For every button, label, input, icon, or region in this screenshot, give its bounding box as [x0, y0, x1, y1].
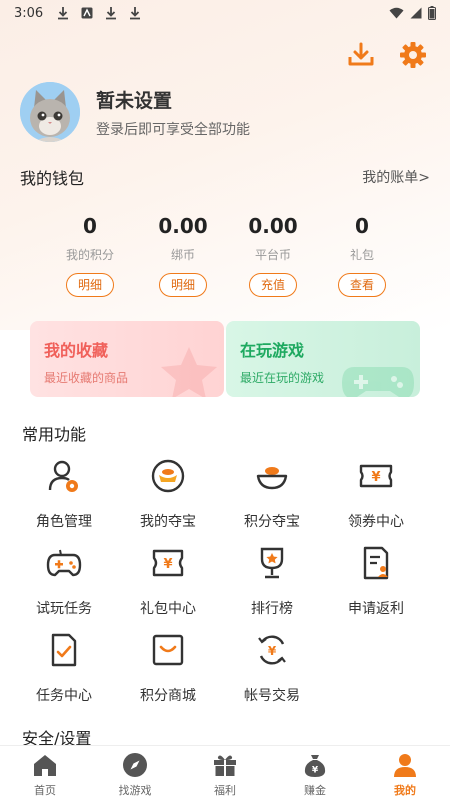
- gamepad-icon: [342, 367, 414, 397]
- tab-label: 首页: [34, 784, 56, 797]
- download-icon[interactable]: [346, 40, 376, 70]
- function-label: 排行榜: [251, 601, 293, 617]
- money-bag-icon: ¥: [304, 755, 326, 777]
- function-label: 帐号交易: [244, 688, 300, 704]
- points-mall-icon: [152, 634, 184, 666]
- notification-icons: [57, 6, 141, 20]
- function-task-center[interactable]: 任务中心: [14, 632, 114, 705]
- stat-value: 0.00: [248, 214, 298, 238]
- login-tip[interactable]: 登录后即可享受全部功能: [96, 119, 250, 139]
- points-detail-button[interactable]: 明细: [66, 273, 114, 297]
- settings-gear-icon[interactable]: [398, 40, 428, 70]
- wifi-icon: [389, 7, 404, 19]
- points-treasure-icon: [256, 467, 288, 490]
- tab-home[interactable]: 首页: [5, 752, 85, 798]
- signal-icon: [410, 7, 422, 19]
- function-rebate-apply[interactable]: 申请返利: [326, 545, 426, 618]
- stat-value: 0: [355, 214, 369, 238]
- stat-value: 0: [83, 214, 97, 238]
- stat-bound-coin: 0.00 绑币 明细: [138, 214, 228, 297]
- playing-title: 在玩游戏: [240, 341, 305, 360]
- profile-header[interactable]: 暂未设置 登录后即可享受全部功能: [20, 82, 250, 142]
- compass-icon: [123, 753, 147, 777]
- app-notification-icon: [81, 7, 93, 19]
- tab-mine[interactable]: 我的: [365, 752, 445, 798]
- function-label: 积分夺宝: [244, 514, 300, 530]
- function-points-mall[interactable]: 积分商城: [118, 632, 218, 705]
- tab-welfare[interactable]: 福利: [185, 752, 265, 798]
- wallet-stats: 0 我的积分 明细 0.00 绑币 明细 0.00 平台币 充值 0 礼包 查看: [0, 214, 450, 304]
- stat-gift-pack: 0 礼包 查看: [317, 214, 407, 297]
- tab-label: 找游戏: [118, 784, 152, 797]
- status-time: 3:06: [14, 5, 44, 21]
- wallet-title: 我的钱包: [20, 169, 85, 188]
- common-functions-title: 常用功能: [22, 425, 87, 444]
- function-label: 角色管理: [36, 514, 92, 530]
- stat-points: 0 我的积分 明细: [45, 214, 135, 297]
- top-actions: [346, 40, 428, 70]
- function-my-treasure[interactable]: 我的夺宝: [118, 458, 218, 531]
- function-label: 试玩任务: [36, 601, 92, 617]
- cat-avatar-image: [20, 82, 80, 142]
- user-icon: [394, 754, 416, 777]
- playing-games-card[interactable]: 在玩游戏 最近在玩的游戏: [226, 321, 420, 397]
- function-gift-center[interactable]: ¥ 礼包中心: [118, 545, 218, 618]
- home-icon: [34, 755, 56, 776]
- wallet-header: 我的钱包 我的账单>: [20, 165, 430, 189]
- download-notification-icon: [130, 7, 141, 20]
- svg-text:¥: ¥: [371, 470, 380, 485]
- recharge-button[interactable]: 充值: [249, 273, 297, 297]
- role-manage-icon: [48, 460, 78, 492]
- rebate-apply-icon: [363, 546, 389, 580]
- function-label: 任务中心: [36, 688, 92, 704]
- gift-icon: [214, 755, 236, 776]
- function-label: 我的夺宝: [140, 514, 196, 530]
- svg-text:¥: ¥: [163, 557, 172, 572]
- coupon-center-icon: ¥: [359, 464, 393, 488]
- function-coupon-center[interactable]: ¥ 领券中心: [326, 458, 426, 531]
- bound-coin-detail-button[interactable]: 明细: [159, 273, 207, 297]
- stat-label: 我的积分: [65, 248, 114, 262]
- tab-label: 赚金: [304, 784, 326, 797]
- stat-platform-coin: 0.00 平台币 充值: [228, 214, 318, 297]
- tab-label: 福利: [214, 784, 236, 797]
- function-points-treasure[interactable]: 积分夺宝: [222, 458, 322, 531]
- tab-find-games[interactable]: 找游戏: [95, 752, 175, 798]
- function-leaderboard[interactable]: 排行榜: [222, 545, 322, 618]
- bottom-tab-bar: 首页 找游戏 福利 ¥ 赚金 我的: [0, 745, 450, 800]
- task-center-icon: [51, 633, 77, 667]
- tab-label: 我的: [394, 784, 416, 797]
- account-trade-icon: ¥: [258, 635, 286, 665]
- my-bill-link[interactable]: 我的账单>: [362, 167, 430, 187]
- function-label: 申请返利: [348, 601, 404, 617]
- function-role-manage[interactable]: 角色管理: [14, 458, 114, 531]
- function-account-trade[interactable]: ¥ 帐号交易: [222, 632, 322, 705]
- username[interactable]: 暂未设置: [96, 86, 250, 113]
- view-gift-button[interactable]: 查看: [338, 273, 386, 297]
- battery-icon: [428, 6, 436, 20]
- svg-text:¥: ¥: [268, 644, 277, 658]
- function-trial-task[interactable]: 试玩任务: [14, 545, 114, 618]
- stat-label: 平台币: [254, 248, 291, 262]
- star-icon: [161, 347, 217, 397]
- my-treasure-icon: [151, 459, 185, 493]
- trial-task-icon: [46, 549, 82, 577]
- status-bar: 3:06: [0, 0, 450, 26]
- avatar[interactable]: [20, 82, 80, 142]
- svg-text:¥: ¥: [312, 766, 319, 776]
- function-label: 领券中心: [348, 514, 404, 530]
- gift-center-icon: ¥: [152, 549, 184, 577]
- download-notification-icon: [58, 7, 69, 20]
- stat-label: 绑币: [170, 248, 195, 262]
- stat-label: 礼包: [349, 248, 374, 262]
- tab-earn[interactable]: ¥ 赚金: [275, 752, 355, 798]
- download-notification-icon: [106, 7, 117, 20]
- function-label: 积分商城: [140, 688, 196, 704]
- trophy-icon: [260, 547, 284, 579]
- favorites-card[interactable]: 我的收藏 最近收藏的商品: [30, 321, 224, 397]
- function-label: 礼包中心: [140, 601, 196, 617]
- stat-value: 0.00: [158, 214, 208, 238]
